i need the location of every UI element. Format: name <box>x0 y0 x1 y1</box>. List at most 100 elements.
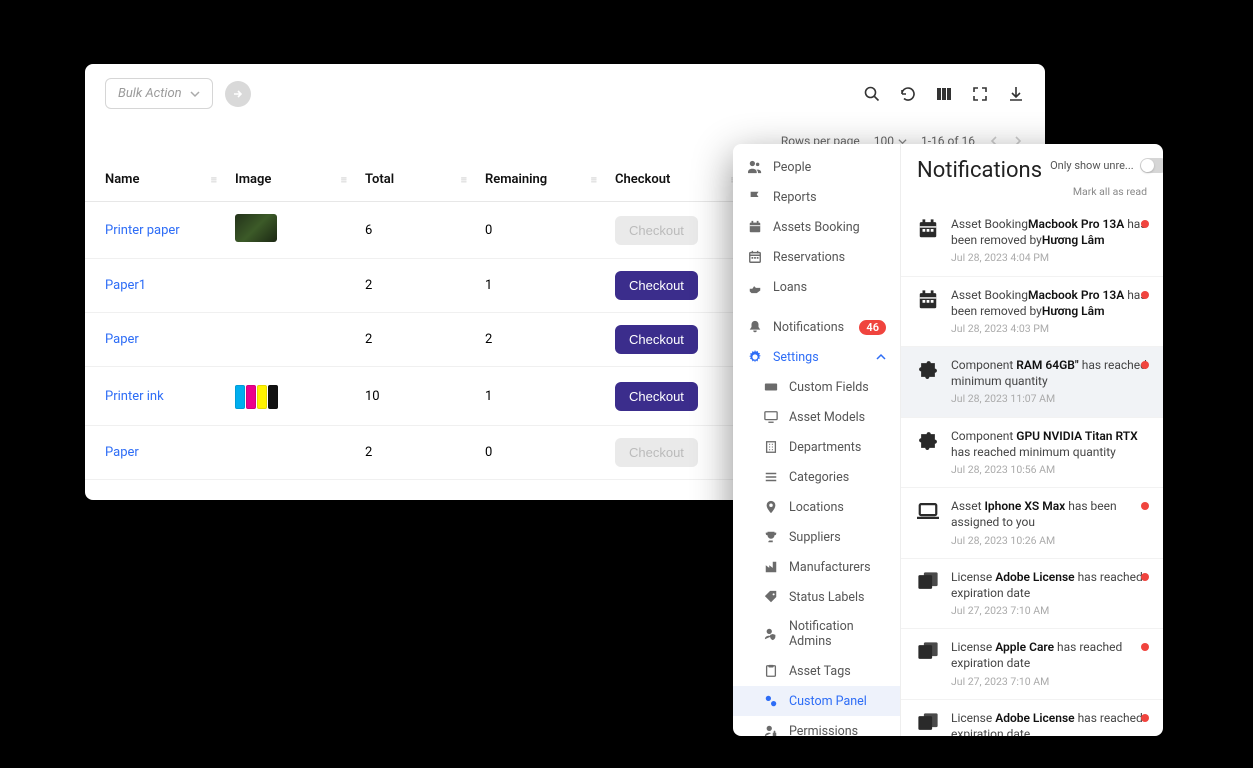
download-button[interactable] <box>1007 85 1025 103</box>
notifications-panel: Notifications Only show unre... Mark all… <box>901 144 1163 736</box>
calendar-icon <box>915 216 941 242</box>
notification-body: Component RAM 64GB" has reached minimum … <box>951 357 1149 407</box>
calendar-icon <box>915 287 941 313</box>
row-image-cell <box>225 367 355 426</box>
columns-icon <box>935 85 953 103</box>
row-total: 2 <box>355 259 475 313</box>
puzzle-icon <box>915 428 941 454</box>
notification-time: Jul 27, 2023 7:10 AM <box>951 675 1149 689</box>
row-total: 10 <box>355 367 475 426</box>
license-icon <box>915 710 941 736</box>
nav-categories[interactable]: Categories <box>733 462 900 492</box>
notification-body: License Apple Care has reached expiratio… <box>951 639 1149 689</box>
nav-reservations[interactable]: Reservations <box>733 242 900 272</box>
nav-reports[interactable]: Reports <box>733 182 900 212</box>
refresh-icon <box>899 85 917 103</box>
nav-permissions[interactable]: Permissions <box>733 716 900 736</box>
search-button[interactable] <box>863 85 881 103</box>
nav-manufacturers[interactable]: Manufacturers <box>733 552 900 582</box>
notification-body: Asset BookingMacbook Pro 13A has been re… <box>951 287 1149 337</box>
row-name-link[interactable]: Printer ink <box>105 389 164 404</box>
row-remaining: 0 <box>475 426 605 480</box>
notification-item[interactable]: Asset BookingMacbook Pro 13A has been re… <box>901 277 1163 348</box>
toolbar: Bulk Action <box>85 64 1045 124</box>
nav-settings[interactable]: Settings <box>733 342 900 372</box>
row-remaining: 1 <box>475 259 605 313</box>
nav-departments[interactable]: Departments <box>733 432 900 462</box>
thumbnail-image <box>235 214 277 242</box>
people-icon <box>747 159 763 175</box>
col-remaining[interactable]: Remaining≡ <box>475 158 605 202</box>
trophy-icon <box>763 529 779 545</box>
unread-dot-icon <box>1141 573 1149 581</box>
tag-icon <box>763 589 779 605</box>
row-name-link[interactable]: Paper <box>105 445 139 460</box>
only-show-unread-toggle[interactable]: Only show unre... <box>1050 158 1163 173</box>
notification-time: Jul 27, 2023 7:10 AM <box>951 604 1149 618</box>
col-checkout[interactable]: Checkout≡ <box>605 158 745 202</box>
bell-icon <box>747 319 763 335</box>
nav-asset-tags[interactable]: Asset Tags <box>733 656 900 686</box>
pin-icon <box>763 499 779 515</box>
flag-icon <box>747 189 763 205</box>
thumbnail-image <box>235 379 279 409</box>
notification-item[interactable]: Component GPU NVIDIA Titan RTX has reach… <box>901 418 1163 489</box>
nav-notifications[interactable]: Notifications46 <box>733 312 900 342</box>
notification-item[interactable]: License Adobe License has reached expira… <box>901 559 1163 630</box>
bulk-action-label: Bulk Action <box>118 86 182 101</box>
col-total[interactable]: Total≡ <box>355 158 475 202</box>
row-total: 6 <box>355 202 475 259</box>
nav-status-labels[interactable]: Status Labels <box>733 582 900 612</box>
notification-item[interactable]: Asset BookingMacbook Pro 13A has been re… <box>901 206 1163 277</box>
row-remaining: 1 <box>475 367 605 426</box>
nav-people[interactable]: People <box>733 152 900 182</box>
row-name-link[interactable]: Printer paper <box>105 223 180 238</box>
row-name-link[interactable]: Paper <box>105 332 139 347</box>
notification-body: License Adobe License has reached expira… <box>951 569 1149 619</box>
bulk-action-select[interactable]: Bulk Action <box>105 78 213 109</box>
bulk-apply-button[interactable] <box>225 81 251 107</box>
nav-custom-panel[interactable]: Custom Panel <box>733 686 900 716</box>
col-name[interactable]: Name≡ <box>85 158 225 202</box>
fullscreen-button[interactable] <box>971 85 989 103</box>
notification-body: Asset BookingMacbook Pro 13A has been re… <box>951 216 1149 266</box>
notification-time: Jul 28, 2023 4:03 PM <box>951 322 1149 336</box>
user-lock-icon <box>763 723 779 736</box>
nav-asset-models[interactable]: Asset Models <box>733 402 900 432</box>
checkout-button[interactable]: Checkout <box>615 382 698 411</box>
floating-panel: People Reports Assets Booking Reservatio… <box>733 144 1163 736</box>
license-icon <box>915 569 941 595</box>
notification-time: Jul 28, 2023 11:07 AM <box>951 392 1149 406</box>
checkout-button[interactable]: Checkout <box>615 325 698 354</box>
col-image[interactable]: Image≡ <box>225 158 355 202</box>
mark-all-as-read-link[interactable]: Mark all as read <box>917 185 1147 198</box>
checkout-button: Checkout <box>615 216 698 245</box>
checkout-button[interactable]: Checkout <box>615 271 698 300</box>
notification-item[interactable]: Asset Iphone XS Max has been assigned to… <box>901 488 1163 559</box>
notifications-title: Notifications <box>917 158 1042 183</box>
unread-dot-icon <box>1141 291 1149 299</box>
nav-locations[interactable]: Locations <box>733 492 900 522</box>
nav-notification-admins[interactable]: Notification Admins <box>733 612 900 656</box>
puzzle-icon <box>915 357 941 383</box>
notification-time: Jul 28, 2023 10:56 AM <box>951 463 1149 477</box>
nav-assets-booking[interactable]: Assets Booking <box>733 212 900 242</box>
notification-time: Jul 28, 2023 4:04 PM <box>951 251 1149 265</box>
row-image-cell <box>225 313 355 367</box>
nav-loans[interactable]: Loans <box>733 272 900 302</box>
notification-item[interactable]: License Adobe License has reached expira… <box>901 700 1163 736</box>
row-remaining: 0 <box>475 202 605 259</box>
row-image-cell <box>225 426 355 480</box>
row-name-link[interactable]: Paper1 <box>105 278 146 293</box>
notification-list[interactable]: Asset BookingMacbook Pro 13A has been re… <box>901 206 1163 736</box>
nav-suppliers[interactable]: Suppliers <box>733 522 900 552</box>
fullscreen-icon <box>971 85 989 103</box>
nav-custom-fields[interactable]: Custom Fields <box>733 372 900 402</box>
notification-item[interactable]: License Apple Care has reached expiratio… <box>901 629 1163 700</box>
checkout-button: Checkout <box>615 438 698 467</box>
notification-item[interactable]: Component RAM 64GB" has reached minimum … <box>901 347 1163 418</box>
license-icon <box>915 639 941 665</box>
row-image-cell <box>225 259 355 313</box>
columns-button[interactable] <box>935 85 953 103</box>
refresh-button[interactable] <box>899 85 917 103</box>
